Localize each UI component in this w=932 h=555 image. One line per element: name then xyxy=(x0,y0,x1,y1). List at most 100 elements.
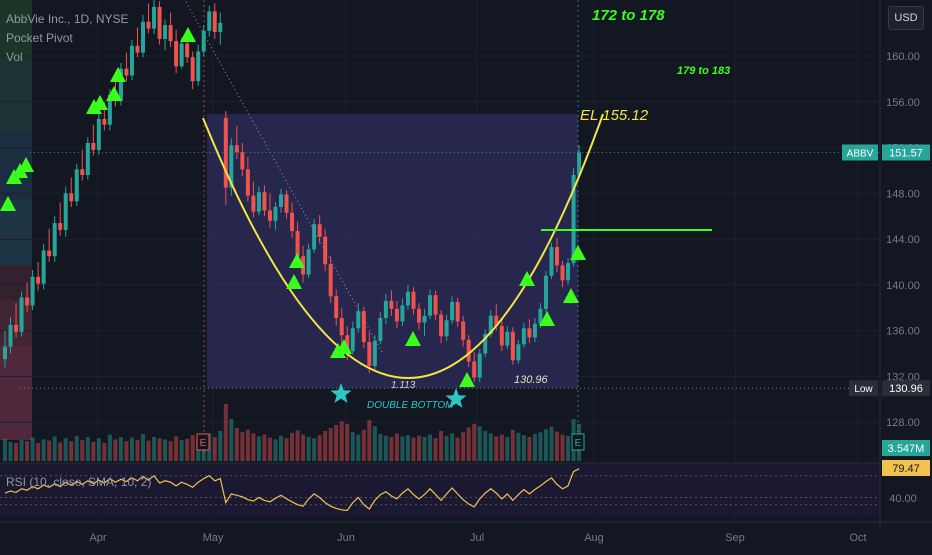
candle[interactable] xyxy=(334,296,339,319)
candle[interactable] xyxy=(466,339,471,362)
candle[interactable] xyxy=(350,328,355,352)
candle[interactable] xyxy=(566,263,571,281)
candle[interactable] xyxy=(41,250,46,284)
candle[interactable] xyxy=(455,301,460,322)
candle[interactable] xyxy=(25,297,30,306)
candle[interactable] xyxy=(560,265,565,281)
candle[interactable] xyxy=(174,41,179,67)
candle[interactable] xyxy=(543,275,548,309)
candle[interactable] xyxy=(422,315,427,323)
candle[interactable] xyxy=(477,353,482,378)
candle[interactable] xyxy=(19,297,24,332)
candle[interactable] xyxy=(323,236,328,265)
candle[interactable] xyxy=(400,305,405,322)
candle[interactable] xyxy=(378,318,383,341)
candle[interactable] xyxy=(273,207,278,221)
candle[interactable] xyxy=(383,300,388,319)
candle[interactable] xyxy=(262,192,267,211)
currency-button[interactable]: USD xyxy=(888,6,924,30)
candle[interactable] xyxy=(69,193,74,202)
candle[interactable] xyxy=(80,169,85,176)
candle[interactable] xyxy=(295,231,300,257)
candle[interactable] xyxy=(234,145,239,153)
candle[interactable] xyxy=(312,224,317,250)
candle[interactable] xyxy=(461,321,466,340)
candle[interactable] xyxy=(196,51,201,82)
candle[interactable] xyxy=(240,152,245,170)
candle[interactable] xyxy=(317,224,322,237)
candle[interactable] xyxy=(549,247,554,276)
candle[interactable] xyxy=(245,169,250,196)
candle[interactable] xyxy=(428,295,433,316)
candle[interactable] xyxy=(279,194,283,208)
candle[interactable] xyxy=(417,308,421,323)
candle[interactable] xyxy=(14,324,19,332)
candle[interactable] xyxy=(433,295,438,315)
candle[interactable] xyxy=(207,11,212,31)
candle[interactable] xyxy=(212,11,217,33)
candle[interactable] xyxy=(306,249,311,275)
candle[interactable] xyxy=(251,195,256,212)
candle[interactable] xyxy=(74,169,79,202)
candle[interactable] xyxy=(367,342,372,367)
candle[interactable] xyxy=(527,328,532,338)
candle[interactable] xyxy=(129,45,134,76)
candle[interactable] xyxy=(499,326,504,346)
candle[interactable] xyxy=(521,328,526,345)
candle[interactable] xyxy=(290,212,295,232)
time-tick-label: Oct xyxy=(849,532,866,544)
candle[interactable] xyxy=(146,21,151,29)
candle[interactable] xyxy=(510,331,515,361)
rsi-label[interactable]: RSI (10, close, SMA, 10, 2) xyxy=(6,475,151,489)
candle[interactable] xyxy=(190,57,195,82)
candle[interactable] xyxy=(256,192,261,212)
candle[interactable] xyxy=(185,43,190,58)
candle[interactable] xyxy=(394,308,399,322)
candle[interactable] xyxy=(36,276,41,284)
candle[interactable] xyxy=(472,361,477,378)
candle[interactable] xyxy=(163,25,168,39)
volume-bar xyxy=(516,432,521,461)
candle[interactable] xyxy=(218,22,223,33)
candle[interactable] xyxy=(267,210,272,221)
candle[interactable] xyxy=(444,320,449,337)
candle[interactable] xyxy=(96,118,101,150)
candle[interactable] xyxy=(516,344,521,361)
candle[interactable] xyxy=(91,142,96,150)
candle[interactable] xyxy=(102,118,107,125)
candle[interactable] xyxy=(532,323,537,338)
candle[interactable] xyxy=(135,45,140,53)
candle[interactable] xyxy=(361,311,366,343)
candle[interactable] xyxy=(141,21,145,53)
candle[interactable] xyxy=(411,291,416,309)
candle[interactable] xyxy=(284,194,289,213)
candle[interactable] xyxy=(124,68,129,76)
candle[interactable] xyxy=(152,6,157,29)
candle[interactable] xyxy=(168,25,173,42)
candle[interactable] xyxy=(223,117,228,188)
candle[interactable] xyxy=(8,324,13,347)
price-chart-svg[interactable]: 172 to 178 179 to 183 EL 155.12 130.96 1.113… xyxy=(0,0,932,550)
candle[interactable] xyxy=(505,331,510,346)
candle[interactable] xyxy=(63,193,68,230)
volume-bar xyxy=(262,434,267,461)
candle[interactable] xyxy=(157,6,162,39)
candle[interactable] xyxy=(372,340,377,367)
candle[interactable] xyxy=(328,264,333,297)
candle[interactable] xyxy=(356,311,361,329)
candle[interactable] xyxy=(3,346,7,360)
candle[interactable] xyxy=(450,301,455,321)
candle[interactable] xyxy=(30,276,35,306)
candle[interactable] xyxy=(389,300,394,309)
candle[interactable] xyxy=(555,247,559,266)
candle[interactable] xyxy=(179,43,184,67)
candle[interactable] xyxy=(85,142,90,176)
chart-area[interactable]: 172 to 178 179 to 183 EL 155.12 130.96 1.113… xyxy=(0,0,932,550)
candle[interactable] xyxy=(47,250,52,257)
candle[interactable] xyxy=(201,30,206,52)
candle[interactable] xyxy=(439,314,444,337)
candle[interactable] xyxy=(52,223,57,257)
candle[interactable] xyxy=(405,291,410,306)
candle[interactable] xyxy=(339,318,344,336)
candle[interactable] xyxy=(58,223,63,230)
